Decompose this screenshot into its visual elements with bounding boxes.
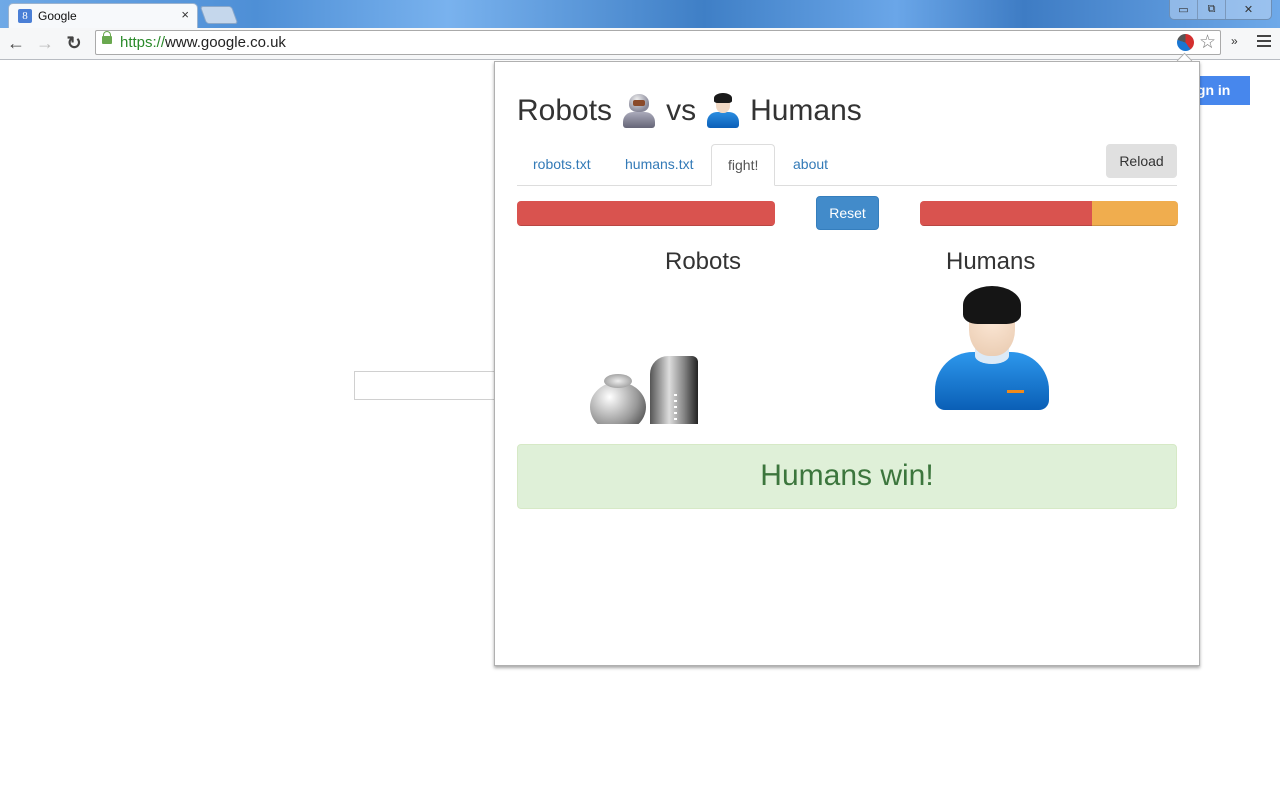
bookmark-star-icon[interactable]: ☆ (1199, 31, 1216, 54)
google-search-input[interactable] (354, 371, 514, 400)
extension-popup: Robots vs Humans robots.txt humans.txt f… (494, 61, 1200, 666)
reload-page-button[interactable]: ↻ (64, 33, 84, 53)
browser-tab[interactable]: 8 Google × (8, 3, 198, 28)
health-bar-segment (517, 201, 775, 226)
tab-about[interactable]: about (777, 144, 844, 185)
title-vs: vs (666, 94, 697, 127)
close-window-button[interactable]: ✕ (1226, 0, 1271, 19)
minimize-button[interactable]: ▭ (1170, 0, 1198, 19)
tab-close-icon[interactable]: × (181, 7, 189, 22)
window-controls: ▭ ⧉ ✕ (1169, 0, 1272, 20)
new-tab-button[interactable] (199, 6, 239, 24)
health-bar-segment (920, 201, 1092, 226)
robot-icon (620, 92, 658, 130)
title-robots: Robots (517, 94, 613, 127)
tab-humans-txt[interactable]: humans.txt (609, 144, 709, 185)
restore-button[interactable]: ⧉ (1198, 0, 1226, 19)
tab-fight[interactable]: fight! (711, 144, 776, 186)
robots-vs-humans-extension-icon[interactable] (1177, 34, 1194, 51)
reload-button[interactable]: Reload (1106, 144, 1177, 178)
human-icon (704, 92, 742, 130)
robot-fighter-image (590, 352, 700, 424)
reset-button[interactable]: Reset (816, 196, 879, 230)
humans-health-bar (920, 201, 1178, 226)
browser-toolbar: ← → ↻ https://www.google.co.uk ☆ » (0, 28, 1280, 60)
url-host: www.google.co.uk (165, 34, 286, 51)
url-scheme: https:// (120, 34, 166, 51)
human-fighter-image (933, 286, 1051, 412)
popup-tabs: robots.txt humans.txt fight! about (517, 144, 1177, 186)
extensions-overflow-button[interactable]: » (1231, 34, 1238, 48)
health-bar-segment (1091, 201, 1178, 226)
google-favicon-icon: 8 (18, 9, 32, 23)
tab-title: Google (38, 9, 77, 23)
tab-robots-txt[interactable]: robots.txt (517, 144, 607, 185)
popup-title: Robots vs Humans (517, 92, 862, 130)
browser-titlebar: 8 Google × ▭ ⧉ ✕ (0, 0, 1280, 28)
result-alert: Humans win! (517, 444, 1177, 509)
robots-label: Robots (665, 248, 742, 275)
humans-label: Humans (946, 248, 1036, 275)
forward-button[interactable]: → (35, 33, 55, 53)
title-humans: Humans (750, 94, 862, 127)
menu-hamburger-icon[interactable] (1257, 35, 1271, 50)
url-text[interactable]: https://www.google.co.uk (120, 34, 286, 51)
address-bar[interactable]: https://www.google.co.uk ☆ (95, 30, 1221, 55)
back-button[interactable]: ← (6, 33, 26, 53)
robots-health-bar (517, 201, 775, 226)
lock-icon (102, 31, 112, 44)
